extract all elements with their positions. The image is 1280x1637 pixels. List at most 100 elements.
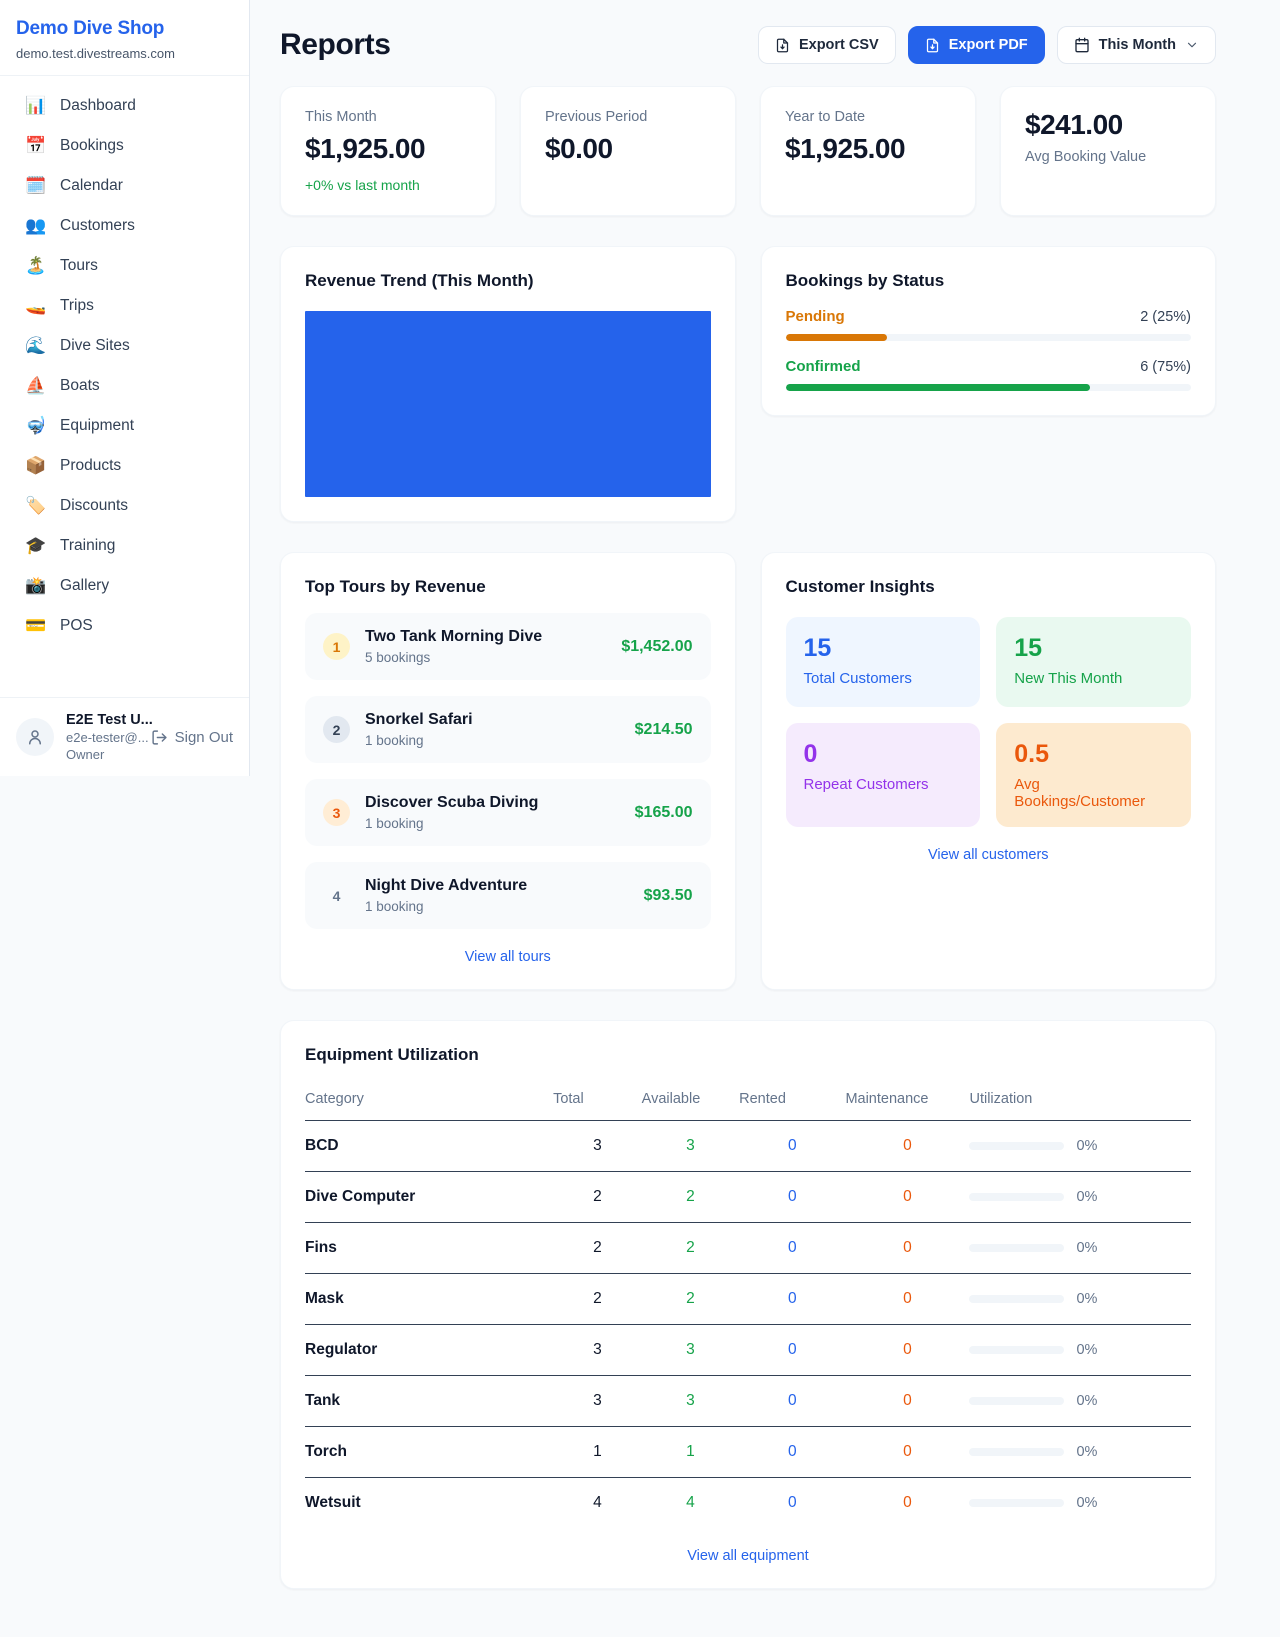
view-all-tours-link[interactable]: View all tours bbox=[305, 949, 711, 965]
chevron-down-icon bbox=[1185, 38, 1199, 52]
insight-label: Avg Bookings/Customer bbox=[1014, 776, 1173, 810]
col-available: Available bbox=[642, 1079, 739, 1121]
wave-icon: 🌊 bbox=[24, 336, 48, 356]
brand-title[interactable]: Demo Dive Shop bbox=[16, 18, 233, 40]
status-bar-fill bbox=[786, 334, 887, 341]
col-rented: Rented bbox=[739, 1079, 845, 1121]
bookings-by-status-panel: Bookings by Status Pending 2 (25%) Confi… bbox=[761, 246, 1217, 416]
sidebar-item-label: Dive Sites bbox=[60, 337, 130, 355]
export-csv-button[interactable]: Export CSV bbox=[758, 26, 896, 64]
cell-maintenance: 0 bbox=[845, 1121, 969, 1172]
log-out-icon bbox=[151, 729, 168, 746]
stat-value: $241.00 bbox=[1025, 109, 1191, 141]
view-all-equipment-link[interactable]: View all equipment bbox=[305, 1548, 1191, 1564]
cell-maintenance: 0 bbox=[845, 1172, 969, 1223]
camera-icon: 📸 bbox=[24, 576, 48, 596]
tour-revenue: $214.50 bbox=[635, 721, 693, 739]
table-row: BCD 3 3 0 0 0% bbox=[305, 1121, 1191, 1172]
sign-out-button[interactable]: Sign Out bbox=[151, 729, 233, 746]
sidebar-item-bookings[interactable]: 📅 Bookings bbox=[8, 126, 241, 166]
tour-revenue: $1,452.00 bbox=[621, 638, 692, 656]
cell-rented: 0 bbox=[739, 1121, 845, 1172]
sidebar-item-label: Discounts bbox=[60, 497, 128, 515]
insight-label: Total Customers bbox=[804, 670, 963, 687]
stat-delta: +0% vs last month bbox=[305, 177, 471, 193]
sidebar-item-customers[interactable]: 👥 Customers bbox=[8, 206, 241, 246]
sidebar-item-label: Gallery bbox=[60, 577, 109, 595]
sidebar-item-dashboard[interactable]: 📊 Dashboard bbox=[8, 86, 241, 126]
sidebar-item-label: Customers bbox=[60, 217, 135, 235]
page-header: Reports Export CSV Export PDF This Month bbox=[280, 26, 1216, 64]
view-all-customers-link[interactable]: View all customers bbox=[786, 847, 1192, 863]
calendar-date-icon: 📅 bbox=[24, 136, 48, 156]
sidebar-item-label: Trips bbox=[60, 297, 94, 315]
app-root: Demo Dive Shop demo.test.divestreams.com… bbox=[0, 0, 1280, 1610]
status-bar-track bbox=[786, 384, 1192, 391]
table-row: Fins 2 2 0 0 0% bbox=[305, 1223, 1191, 1274]
sidebar-item-gallery[interactable]: 📸 Gallery bbox=[8, 566, 241, 606]
sidebar-item-trips[interactable]: 🚤 Trips bbox=[8, 286, 241, 326]
sidebar-item-equipment[interactable]: 🤿 Equipment bbox=[8, 406, 241, 446]
sidebar-item-discounts[interactable]: 🏷️ Discounts bbox=[8, 486, 241, 526]
sidebar-item-dive-sites[interactable]: 🌊 Dive Sites bbox=[8, 326, 241, 366]
tag-icon: 🏷️ bbox=[24, 496, 48, 516]
tour-row: 4 Night Dive Adventure 1 booking $93.50 bbox=[305, 862, 711, 929]
insight-tile-repeat-customers: 0 Repeat Customers bbox=[786, 723, 981, 827]
sidebar-item-pos[interactable]: 💳 POS bbox=[8, 606, 241, 646]
customer-insights-panel: Customer Insights 15 Total Customers 15 … bbox=[761, 552, 1217, 990]
cell-available: 2 bbox=[642, 1274, 739, 1325]
export-pdf-button[interactable]: Export PDF bbox=[908, 26, 1045, 64]
tour-name: Two Tank Morning Dive bbox=[365, 628, 606, 646]
stat-card-previous-period: Previous Period $0.00 bbox=[520, 86, 736, 216]
cell-maintenance: 0 bbox=[845, 1427, 969, 1478]
table-row: Torch 1 1 0 0 0% bbox=[305, 1427, 1191, 1478]
sidebar-item-calendar[interactable]: 🗓️ Calendar bbox=[8, 166, 241, 206]
stat-value: $1,925.00 bbox=[785, 133, 951, 165]
sidebar-item-label: Boats bbox=[60, 377, 100, 395]
status-bar-fill bbox=[786, 384, 1090, 391]
graduation-cap-icon: 🎓 bbox=[24, 536, 48, 556]
tour-revenue: $165.00 bbox=[635, 804, 693, 822]
user-block: E2E Test U... e2e-tester@... Owner Sign … bbox=[0, 697, 249, 776]
status-label: Confirmed bbox=[786, 358, 861, 375]
cell-total: 3 bbox=[553, 1121, 642, 1172]
sign-out-label: Sign Out bbox=[175, 729, 233, 746]
insight-label: New This Month bbox=[1014, 670, 1173, 687]
cell-available: 4 bbox=[642, 1478, 739, 1529]
table-row: Wetsuit 4 4 0 0 0% bbox=[305, 1478, 1191, 1529]
status-row-pending: Pending 2 (25%) bbox=[786, 308, 1192, 341]
status-count: 2 (25%) bbox=[1140, 309, 1191, 325]
lists-row: Top Tours by Revenue 1 Two Tank Morning … bbox=[280, 552, 1216, 990]
equipment-utilization-title: Equipment Utilization bbox=[305, 1045, 1191, 1065]
stat-card-year-to-date: Year to Date $1,925.00 bbox=[760, 86, 976, 216]
period-dropdown[interactable]: This Month bbox=[1057, 26, 1216, 64]
export-pdf-label: Export PDF bbox=[949, 37, 1028, 53]
equipment-utilization-panel: Equipment Utilization Category Total Ava… bbox=[280, 1020, 1216, 1589]
sidebar-item-boats[interactable]: ⛵ Boats bbox=[8, 366, 241, 406]
sidebar-item-products[interactable]: 📦 Products bbox=[8, 446, 241, 486]
sidebar-item-tours[interactable]: 🏝️ Tours bbox=[8, 246, 241, 286]
revenue-bar bbox=[305, 311, 711, 497]
rank-badge: 1 bbox=[323, 633, 350, 660]
status-bar-track bbox=[786, 334, 1192, 341]
cell-category: Regulator bbox=[305, 1325, 553, 1376]
revenue-trend-title: Revenue Trend (This Month) bbox=[305, 271, 711, 291]
cell-category: Tank bbox=[305, 1376, 553, 1427]
people-icon: 👥 bbox=[24, 216, 48, 236]
calendar-pad-icon: 🗓️ bbox=[24, 176, 48, 196]
rank-badge: 3 bbox=[323, 799, 350, 826]
sidebar-item-training[interactable]: 🎓 Training bbox=[8, 526, 241, 566]
cell-total: 1 bbox=[553, 1427, 642, 1478]
col-maintenance: Maintenance bbox=[845, 1079, 969, 1121]
sidebar-item-label: Dashboard bbox=[60, 97, 136, 115]
tour-name: Discover Scuba Diving bbox=[365, 794, 620, 812]
cell-available: 3 bbox=[642, 1325, 739, 1376]
stat-cards-row: This Month $1,925.00 +0% vs last month P… bbox=[280, 86, 1216, 216]
status-label: Pending bbox=[786, 308, 845, 325]
cell-maintenance: 0 bbox=[845, 1223, 969, 1274]
export-csv-label: Export CSV bbox=[799, 37, 879, 53]
insight-value: 0.5 bbox=[1014, 740, 1173, 769]
cell-maintenance: 0 bbox=[845, 1325, 969, 1376]
sailboat-icon: ⛵ bbox=[24, 376, 48, 396]
cell-maintenance: 0 bbox=[845, 1376, 969, 1427]
